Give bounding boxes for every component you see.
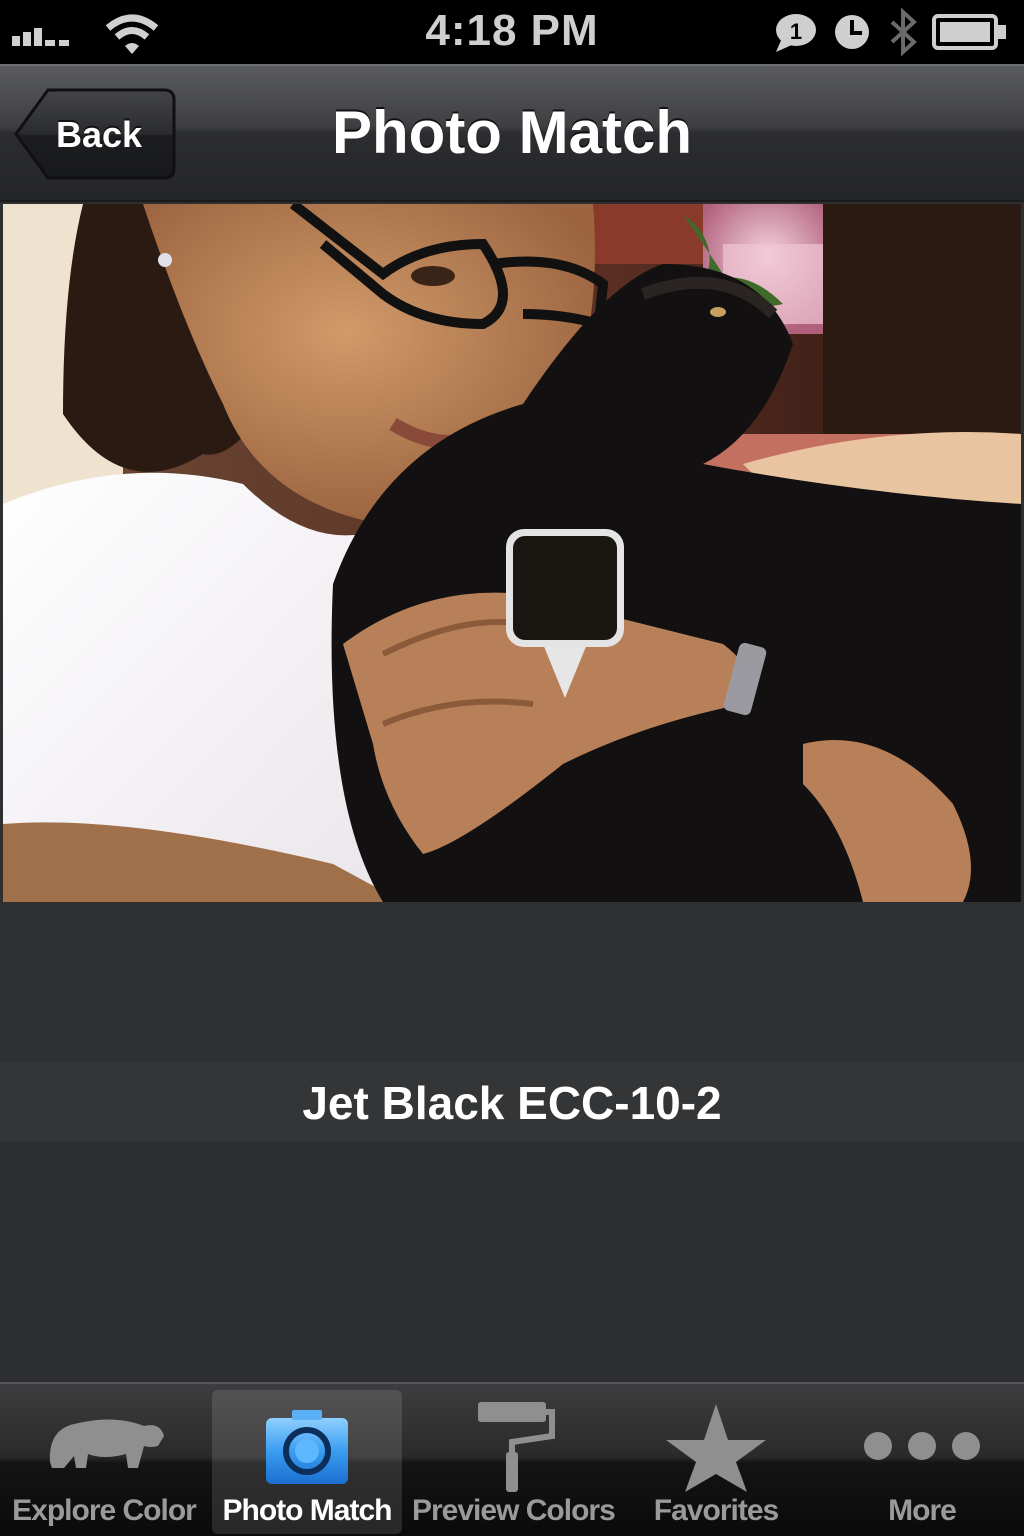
tab-photo-match[interactable]: Photo Match <box>212 1390 402 1534</box>
status-bar: 4:18 PM 1 <box>0 0 1024 64</box>
alarm-icon <box>835 15 869 49</box>
camera-icon <box>266 1410 348 1484</box>
status-icons: 1 <box>774 7 1014 61</box>
tab-label: Favorites <box>653 1494 779 1527</box>
matched-color-name: Jet Black ECC-10-2 <box>302 1077 722 1129</box>
bluetooth-icon <box>890 7 917 57</box>
tab-more[interactable]: More <box>822 1390 1022 1534</box>
tab-favorites[interactable]: Favorites <box>616 1390 816 1534</box>
matched-photo[interactable] <box>3 204 1021 902</box>
navigation-bar: Back Photo Match <box>0 64 1024 202</box>
notification-icon: 1 <box>776 14 816 52</box>
tab-preview-colors[interactable]: Preview Colors <box>412 1390 616 1534</box>
picker-pointer <box>543 644 587 698</box>
tab-label: Photo Match <box>222 1494 393 1527</box>
notification-count: 1 <box>790 19 802 44</box>
star-icon <box>666 1404 766 1492</box>
result-lower-panel <box>0 1142 1024 1382</box>
tab-explore-color[interactable]: Explore Color <box>4 1390 204 1534</box>
more-dots-icon <box>864 1432 980 1460</box>
tab-label: Explore Color <box>12 1494 197 1527</box>
tab-label: Preview Colors <box>412 1494 616 1527</box>
page-title: Photo Match <box>332 99 692 166</box>
bear-icon <box>49 1419 164 1468</box>
tab-label: More <box>888 1494 957 1527</box>
battery-icon <box>932 14 1006 50</box>
tab-bar: Explore Color Photo Match Preview Colors <box>0 1382 1024 1536</box>
paint-roller-icon <box>478 1402 555 1492</box>
color-picker-marker[interactable] <box>503 526 627 702</box>
picked-color-swatch <box>513 536 617 640</box>
